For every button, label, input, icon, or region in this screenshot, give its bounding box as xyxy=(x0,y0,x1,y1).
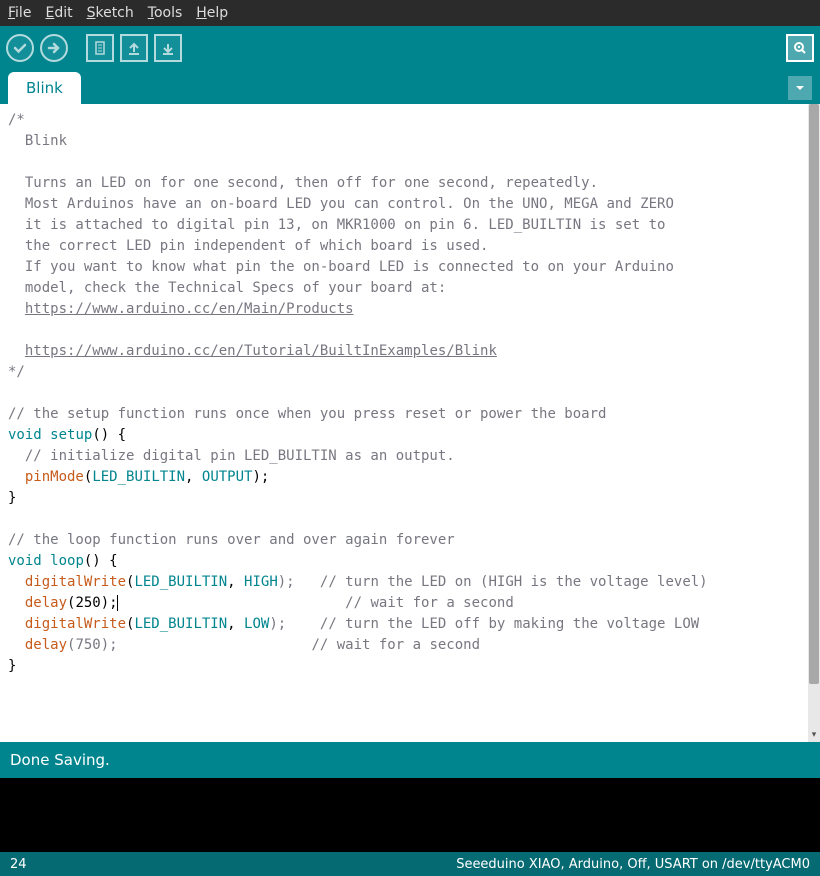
code-line: model, check the Technical Specs of your… xyxy=(8,280,446,296)
new-button[interactable] xyxy=(86,34,114,62)
footer-bar: 24 Seeeduino XIAO, Arduino, Off, USART o… xyxy=(0,852,820,876)
code-token: void xyxy=(8,553,42,569)
menu-bar: File Edit Sketch Tools Help xyxy=(0,0,820,26)
code-link[interactable]: https://www.arduino.cc/en/Main/Products xyxy=(25,301,354,317)
code-token: (250); xyxy=(67,595,118,611)
code-editor[interactable]: /* Blink Turns an LED on for one second,… xyxy=(0,104,808,742)
code-link[interactable]: https://www.arduino.cc/en/Tutorial/Built… xyxy=(25,343,497,359)
status-message: Done Saving. xyxy=(10,751,110,769)
serial-monitor-button[interactable] xyxy=(786,34,814,62)
code-line xyxy=(8,301,25,317)
file-icon xyxy=(92,40,108,56)
code-token: LED_BUILTIN xyxy=(92,469,185,485)
editor-scrollbar[interactable]: ▾ xyxy=(808,104,820,742)
scroll-down-icon[interactable]: ▾ xyxy=(808,728,820,742)
code-token: // wait for a second xyxy=(118,595,514,611)
code-line: Turns an LED on for one second, then off… xyxy=(8,175,598,191)
code-token: } xyxy=(8,490,16,506)
code-line: /* xyxy=(8,112,25,128)
menu-tools[interactable]: Tools xyxy=(148,5,183,21)
code-line: */ xyxy=(8,364,25,380)
save-button[interactable] xyxy=(154,34,182,62)
code-token: pinMode xyxy=(25,469,84,485)
code-token: LED_BUILTIN xyxy=(134,616,227,632)
chevron-down-icon xyxy=(794,82,806,94)
code-line: Most Arduinos have an on-board LED you c… xyxy=(8,196,674,212)
code-line: If you want to know what pin the on-boar… xyxy=(8,259,674,275)
code-token: , xyxy=(227,574,244,590)
menu-edit[interactable]: Edit xyxy=(45,5,72,21)
code-token: OUTPUT xyxy=(202,469,253,485)
search-icon xyxy=(792,40,808,56)
code-token: void xyxy=(8,427,42,443)
tab-bar: Blink xyxy=(0,70,820,104)
code-line: // the setup function runs once when you… xyxy=(8,406,606,422)
line-number: 24 xyxy=(10,857,27,872)
code-token: } xyxy=(8,658,16,674)
code-token: delay xyxy=(25,637,67,653)
code-line: it is attached to digital pin 13, on MKR… xyxy=(8,217,665,233)
arrow-down-icon xyxy=(160,40,176,56)
check-icon xyxy=(12,40,28,56)
code-token: (750); // wait for a second xyxy=(67,637,480,653)
code-token: loop xyxy=(50,553,84,569)
tab-menu-button[interactable] xyxy=(788,76,812,100)
upload-button[interactable] xyxy=(40,34,68,62)
verify-button[interactable] xyxy=(6,34,34,62)
toolbar xyxy=(0,26,820,70)
arrow-right-icon xyxy=(46,40,62,56)
status-bar: Done Saving. xyxy=(0,742,820,778)
scrollbar-thumb[interactable] xyxy=(809,104,819,684)
tab-blink[interactable]: Blink xyxy=(8,72,81,104)
code-line: Blink xyxy=(8,133,67,149)
code-token: () { xyxy=(84,553,118,569)
menu-file[interactable]: File xyxy=(8,5,31,21)
code-token: , xyxy=(185,469,202,485)
code-token: setup xyxy=(50,427,92,443)
code-token: delay xyxy=(25,595,67,611)
code-line: // the loop function runs over and over … xyxy=(8,532,455,548)
code-token: () { xyxy=(92,427,126,443)
code-token: digitalWrite xyxy=(25,616,126,632)
code-line: the correct LED pin independent of which… xyxy=(8,238,488,254)
board-info: Seeeduino XIAO, Arduino, Off, USART on /… xyxy=(456,857,810,872)
code-token: , xyxy=(227,616,244,632)
code-line: // initialize digital pin LED_BUILTIN as… xyxy=(8,448,455,464)
code-token: digitalWrite xyxy=(25,574,126,590)
open-button[interactable] xyxy=(120,34,148,62)
code-token: ); // turn the LED on (HIGH is the volta… xyxy=(278,574,708,590)
code-token: HIGH xyxy=(244,574,278,590)
code-token: ); xyxy=(252,469,269,485)
code-token: ); // turn the LED off by making the vol… xyxy=(269,616,699,632)
code-token: LED_BUILTIN xyxy=(134,574,227,590)
editor-area: /* Blink Turns an LED on for one second,… xyxy=(0,104,820,742)
arrow-up-icon xyxy=(126,40,142,56)
code-line xyxy=(8,343,25,359)
console-output[interactable] xyxy=(0,778,820,852)
menu-sketch[interactable]: Sketch xyxy=(87,5,134,21)
code-token: LOW xyxy=(244,616,269,632)
menu-help[interactable]: Help xyxy=(196,5,228,21)
